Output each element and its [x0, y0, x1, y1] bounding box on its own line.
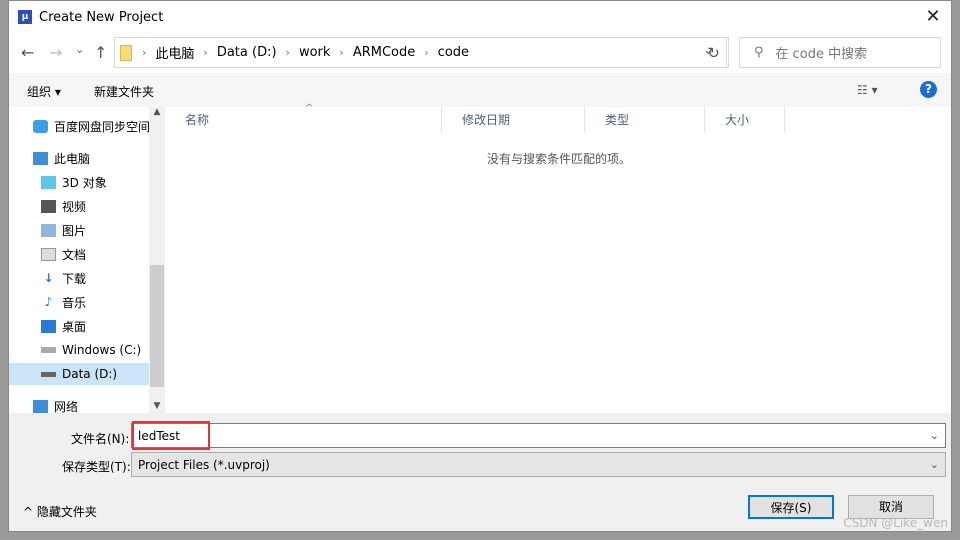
document-icon	[41, 247, 56, 261]
sidebar-item-this-pc[interactable]: 此电脑	[33, 147, 90, 169]
picture-icon	[41, 223, 56, 237]
filetype-select[interactable]: Project Files (*.uvproj) ⌄	[131, 452, 946, 477]
refresh-button[interactable]: ↻	[699, 37, 729, 68]
sidebar-item-label: 百度网盘同步空间	[54, 119, 149, 134]
organize-menu[interactable]: 组织 ▾	[27, 83, 61, 100]
sidebar-item-network[interactable]: 网络	[33, 395, 78, 413]
back-button[interactable]: ←	[21, 43, 34, 62]
window-title: Create New Project	[39, 9, 164, 25]
new-folder-button[interactable]: 新建文件夹	[94, 83, 154, 100]
sidebar-item-pictures[interactable]: 图片	[41, 219, 86, 241]
sidebar-item-music[interactable]: ♪ 音乐	[41, 291, 86, 313]
title-bar: μ Create New Project ✕	[9, 1, 951, 33]
film-icon	[41, 199, 56, 213]
scroll-down-icon[interactable]: ▼	[149, 401, 165, 411]
close-button[interactable]: ✕	[921, 5, 945, 29]
sort-ascending-icon: ^	[305, 103, 314, 114]
filetype-value: Project Files (*.uvproj)	[138, 457, 270, 472]
column-header-modified[interactable]: 修改日期	[442, 107, 585, 133]
drive-icon	[41, 371, 56, 377]
chevron-down-icon[interactable]: ⌄	[930, 429, 939, 442]
cloud-sync-icon	[33, 119, 48, 133]
recent-locations-button[interactable]: ⌄	[75, 43, 84, 56]
music-icon: ♪	[44, 294, 53, 309]
column-header-size[interactable]: 大小	[705, 107, 785, 133]
sidebar-item-label: Data (D:)	[62, 367, 118, 381]
sidebar-item-c-drive[interactable]: Windows (C:)	[41, 339, 141, 361]
column-header-name[interactable]: 名称	[165, 107, 442, 133]
save-dialog: μ Create New Project ✕ ← → ⌄ ↑ › 此电脑 › D…	[8, 0, 952, 532]
chevron-right-icon: ›	[203, 46, 208, 59]
scroll-up-icon[interactable]: ▲	[149, 107, 165, 117]
save-button[interactable]: 保存(S)	[748, 495, 834, 519]
sidebar-item-label: 网络	[54, 399, 79, 414]
sidebar-item-3d[interactable]: 3D 对象	[41, 171, 107, 193]
scrollbar-thumb[interactable]	[150, 265, 164, 387]
filename-input[interactable]: ledTest ⌄	[131, 423, 946, 448]
sidebar-item-documents[interactable]: 文档	[41, 243, 86, 265]
sidebar-scrollbar[interactable]: ▲ ▼	[149, 107, 165, 413]
watermark: CSDN @Like_wen	[843, 516, 948, 530]
highlight-annotation	[132, 421, 210, 450]
chevron-right-icon: ›	[339, 46, 344, 59]
sidebar-item-videos[interactable]: 视频	[41, 195, 86, 217]
sidebar-item-label: 下载	[62, 271, 87, 286]
sidebar-item-label: 音乐	[62, 295, 87, 310]
forward-button[interactable]: →	[49, 43, 62, 62]
breadcrumb-item[interactable]: ARMCode	[353, 45, 415, 60]
file-list: 名称 修改日期 类型 大小 ^ 没有与搜索条件匹配的项。	[165, 103, 951, 413]
sidebar-item-label: 3D 对象	[62, 175, 107, 190]
folder-icon	[120, 44, 132, 61]
toolbar: 组织 ▾ 新建文件夹 ☷ ▾ ?	[9, 73, 951, 107]
navigation-bar: ← → ⌄ ↑ › 此电脑 › Data (D:) › work › ARMCo…	[9, 33, 951, 73]
breadcrumb-item[interactable]: Data (D:)	[217, 45, 277, 60]
filename-label: 文件名(N):	[71, 432, 130, 446]
breadcrumb-item[interactable]: code	[438, 45, 469, 60]
sidebar-item-label: 桌面	[62, 319, 87, 334]
filetype-label: 保存类型(T):	[62, 460, 131, 474]
chevron-right-icon: ›	[285, 46, 290, 59]
empty-message: 没有与搜索条件匹配的项。	[487, 152, 632, 166]
sidebar-item-label: 文档	[62, 247, 87, 262]
download-icon: ↓	[43, 270, 54, 285]
sidebar-item-downloads[interactable]: ↓ 下载	[41, 267, 86, 289]
breadcrumb-item[interactable]: 此电脑	[155, 43, 194, 62]
address-bar[interactable]: › 此电脑 › Data (D:) › work › ARMCode › cod…	[114, 37, 727, 68]
sidebar-item-label: Windows (C:)	[62, 343, 142, 357]
search-input[interactable]: ⚲ 在 code 中搜索	[739, 37, 941, 68]
cube-icon	[41, 175, 56, 189]
keil-app-icon: μ	[18, 10, 32, 24]
sidebar-item-d-drive[interactable]: Data (D:)	[9, 363, 149, 385]
help-button[interactable]: ?	[920, 81, 937, 98]
sidebar-item-desktop[interactable]: 桌面	[41, 315, 86, 337]
computer-icon	[33, 151, 48, 165]
sidebar-item-label: 此电脑	[54, 151, 91, 166]
chevron-right-icon: ›	[142, 46, 147, 59]
up-button[interactable]: ↑	[94, 43, 107, 62]
navigation-pane: 百度网盘同步空间 此电脑 3D 对象 视频 图片 文档 ↓ 下载 ♪ 音乐 桌面 W…	[9, 107, 149, 413]
desktop-icon	[41, 319, 56, 333]
column-header-type[interactable]: 类型	[585, 107, 705, 133]
hide-folders-toggle[interactable]: ^ 隐藏文件夹	[23, 503, 97, 520]
sidebar-item-label: 视频	[62, 199, 87, 214]
sidebar-item-label: 图片	[62, 223, 87, 238]
network-icon	[33, 399, 48, 413]
search-placeholder: 在 code 中搜索	[775, 47, 868, 62]
search-icon: ⚲	[754, 45, 764, 60]
view-options-button[interactable]: ☷ ▾	[857, 83, 878, 97]
breadcrumb-item[interactable]: work	[299, 45, 330, 60]
drive-icon	[41, 347, 56, 353]
sidebar-item-baidu[interactable]: 百度网盘同步空间	[33, 115, 149, 137]
chevron-down-icon: ⌄	[929, 458, 939, 471]
chevron-right-icon: ›	[424, 46, 429, 59]
